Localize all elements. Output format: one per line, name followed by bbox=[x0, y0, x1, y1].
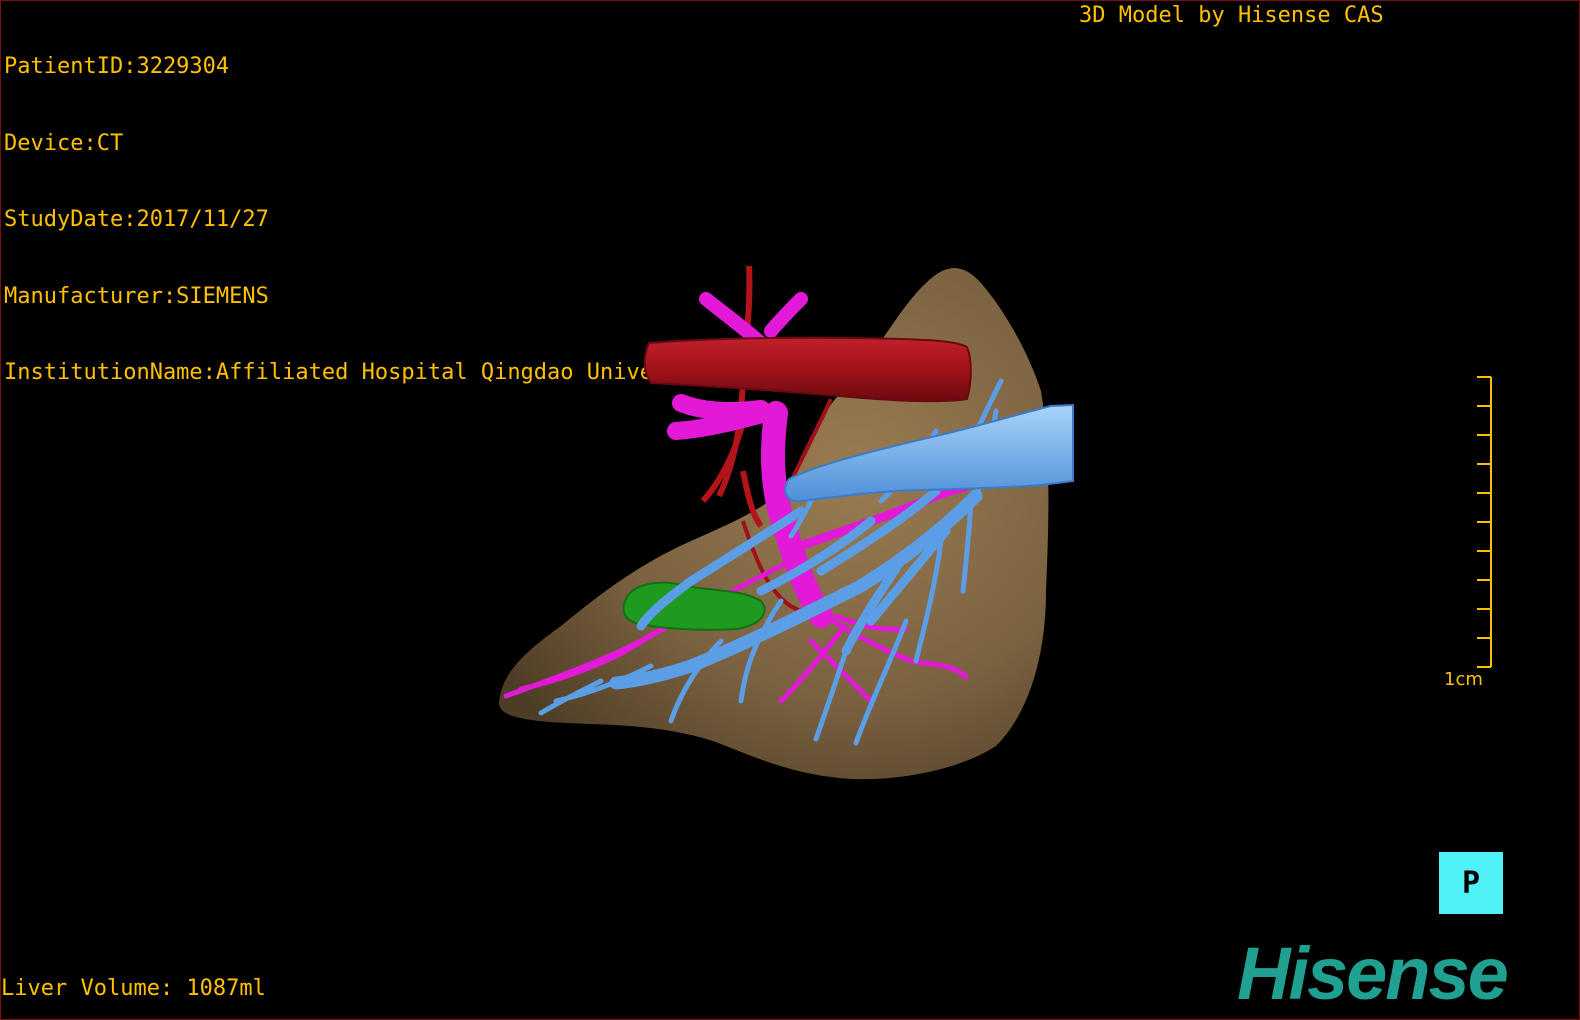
3d-viewport[interactable]: PatientID:3229304 Device:CT StudyDate:20… bbox=[0, 0, 1580, 1020]
artery-icon bbox=[643, 336, 972, 403]
scale-bar bbox=[1477, 376, 1492, 668]
orientation-posterior-button[interactable]: P bbox=[1439, 852, 1503, 914]
scale-bar-label: 1cm bbox=[1444, 669, 1483, 690]
orientation-label: P bbox=[1461, 865, 1481, 901]
portal-vein-branch bbox=[699, 292, 808, 350]
liver-volume-text: Liver Volume: 1087ml bbox=[1, 976, 266, 1001]
hisense-logo: Hisense bbox=[1237, 932, 1509, 1015]
liver-3d-model[interactable] bbox=[1, 1, 1580, 1020]
portal-vein-branch bbox=[667, 394, 775, 440]
